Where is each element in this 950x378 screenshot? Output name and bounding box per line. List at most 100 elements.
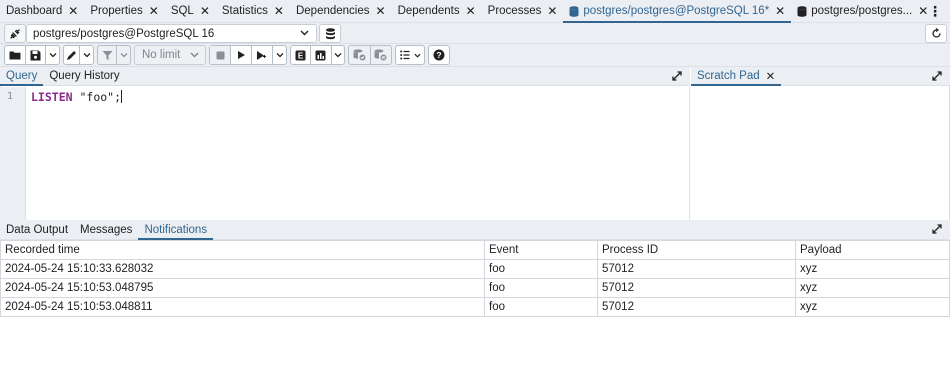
- explain-analyze-button[interactable]: E: [291, 46, 312, 64]
- maximize-icon[interactable]: [932, 70, 942, 84]
- tab-label: Processes: [487, 5, 542, 17]
- code-line[interactable]: LISTEN "foo";: [31, 90, 123, 104]
- macros-button[interactable]: [396, 46, 424, 64]
- open-file-button[interactable]: [5, 46, 26, 64]
- close-icon[interactable]: ✕: [68, 5, 78, 17]
- more-options-icon[interactable]: ⋮: [928, 3, 942, 19]
- rollback-button[interactable]: [371, 46, 392, 64]
- tab-processes[interactable]: Processes ✕: [482, 0, 564, 22]
- play-icon: [238, 51, 245, 59]
- tab-label: Query: [6, 70, 38, 82]
- close-icon[interactable]: ✕: [775, 5, 785, 17]
- cell-recorded-time[interactable]: 2024-05-24 15:10:53.048811: [0, 297, 485, 317]
- chevron-down-icon: [276, 53, 283, 58]
- tab-dashboard[interactable]: Dashboard ✕: [0, 0, 84, 22]
- connection-select[interactable]: postgres/postgres@PostgreSQL 16: [26, 24, 317, 43]
- edit-button[interactable]: [64, 46, 81, 64]
- cell-event[interactable]: foo: [484, 259, 598, 279]
- svg-text:E: E: [298, 51, 304, 60]
- close-icon[interactable]: ✕: [274, 5, 284, 17]
- cell-payload[interactable]: xyz: [795, 297, 950, 317]
- execute-button[interactable]: [231, 46, 252, 64]
- table-row[interactable]: 2024-05-24 15:10:53.048811 foo 57012 xyz: [0, 297, 950, 317]
- help-button[interactable]: ?: [429, 46, 449, 64]
- cell-event[interactable]: foo: [484, 278, 598, 298]
- new-connection-button[interactable]: [319, 24, 341, 43]
- tab-notifications[interactable]: Notifications: [138, 220, 213, 240]
- file-button-group: [4, 45, 60, 65]
- reset-layout-button[interactable]: [925, 24, 947, 43]
- column-header-payload[interactable]: Payload: [795, 240, 950, 260]
- maximize-icon[interactable]: [672, 70, 682, 84]
- commit-button[interactable]: [349, 46, 371, 64]
- close-icon[interactable]: ✕: [547, 5, 557, 17]
- close-icon[interactable]: ✕: [149, 5, 159, 17]
- cell-process-id[interactable]: 57012: [597, 278, 796, 298]
- tab-query[interactable]: Query: [0, 67, 44, 86]
- filter-button[interactable]: [98, 46, 118, 64]
- main-tab-bar: Dashboard ✕ Properties ✕ SQL ✕ Statistic…: [0, 0, 950, 23]
- tab-label: Dependencies: [295, 5, 370, 17]
- chevron-down-icon: [300, 28, 309, 40]
- macros-button-group: [395, 45, 425, 65]
- tab-sql[interactable]: SQL ✕: [165, 0, 216, 22]
- close-icon[interactable]: ✕: [766, 69, 776, 83]
- close-icon[interactable]: ✕: [376, 5, 386, 17]
- sql-keyword: LISTEN: [31, 90, 73, 104]
- scratch-pad-tab-bar: Scratch Pad ✕: [691, 67, 950, 86]
- column-header-event[interactable]: Event: [484, 240, 598, 260]
- tab-dependencies[interactable]: Dependencies ✕: [290, 0, 392, 22]
- tab-messages[interactable]: Messages: [74, 220, 138, 239]
- cell-process-id[interactable]: 57012: [597, 297, 796, 317]
- close-icon[interactable]: ✕: [466, 5, 476, 17]
- explain-options-dropdown[interactable]: [332, 46, 345, 64]
- sql-editor[interactable]: 1 LISTEN "foo";: [0, 87, 690, 220]
- table-row[interactable]: 2024-05-24 15:10:33.628032 foo 57012 xyz: [0, 259, 950, 279]
- row-limit-select[interactable]: No limit: [134, 45, 206, 65]
- maximize-icon[interactable]: [932, 223, 942, 237]
- tab-query-tool-2[interactable]: postgres/postgres... ✕: [791, 0, 934, 22]
- connection-status-button[interactable]: [4, 24, 26, 43]
- tab-label: Dashboard: [6, 5, 63, 17]
- tab-dependents[interactable]: Dependents ✕: [392, 0, 482, 22]
- rollback-icon: [374, 49, 387, 61]
- cell-process-id[interactable]: 57012: [597, 259, 796, 279]
- help-button-group: ?: [428, 45, 450, 65]
- execute-button-group: [209, 45, 287, 65]
- execute-options-dropdown[interactable]: [273, 46, 286, 64]
- tab-data-output[interactable]: Data Output: [0, 220, 74, 239]
- save-file-button[interactable]: [26, 46, 47, 64]
- column-header-recorded-time[interactable]: Recorded time: [0, 240, 485, 260]
- save-options-dropdown[interactable]: [46, 46, 59, 64]
- scratch-pad-editor[interactable]: [691, 87, 949, 220]
- close-icon[interactable]: ✕: [200, 5, 210, 17]
- bar-chart-icon: [315, 50, 326, 60]
- chevron-down-icon: [49, 53, 57, 58]
- tab-query-tool-active[interactable]: postgres/postgres@PostgreSQL 16* ✕: [563, 0, 792, 23]
- explain-chart-button[interactable]: [311, 46, 332, 64]
- tab-scratch-pad[interactable]: Scratch Pad ✕: [691, 67, 782, 86]
- cell-recorded-time[interactable]: 2024-05-24 15:10:33.628032: [0, 259, 485, 279]
- table-row[interactable]: 2024-05-24 15:10:53.048795 foo 57012 xyz: [0, 278, 950, 298]
- cell-payload[interactable]: xyz: [795, 278, 950, 298]
- notifications-table: Recorded time Event Process ID Payload 2…: [0, 240, 950, 317]
- plug-icon: [10, 28, 20, 39]
- cell-payload[interactable]: xyz: [795, 259, 950, 279]
- filter-options-dropdown[interactable]: [117, 46, 130, 64]
- tab-properties[interactable]: Properties ✕: [84, 0, 164, 22]
- edit-options-dropdown[interactable]: [80, 46, 93, 64]
- close-icon[interactable]: ✕: [918, 5, 928, 17]
- stop-button[interactable]: [210, 46, 231, 64]
- tab-statistics[interactable]: Statistics ✕: [216, 0, 290, 22]
- pencil-icon: [67, 50, 77, 60]
- explain-button[interactable]: [252, 46, 273, 64]
- filter-button-group: [97, 45, 131, 65]
- tab-query-history[interactable]: Query History: [43, 67, 125, 85]
- help-icon: ?: [433, 49, 445, 61]
- cell-event[interactable]: foo: [484, 297, 598, 317]
- cell-recorded-time[interactable]: 2024-05-24 15:10:53.048795: [0, 278, 485, 298]
- column-header-process-id[interactable]: Process ID: [597, 240, 796, 260]
- connection-value: postgres/postgres@PostgreSQL 16: [33, 27, 215, 40]
- stop-icon: [216, 51, 224, 59]
- line-number-gutter: 1: [0, 87, 26, 220]
